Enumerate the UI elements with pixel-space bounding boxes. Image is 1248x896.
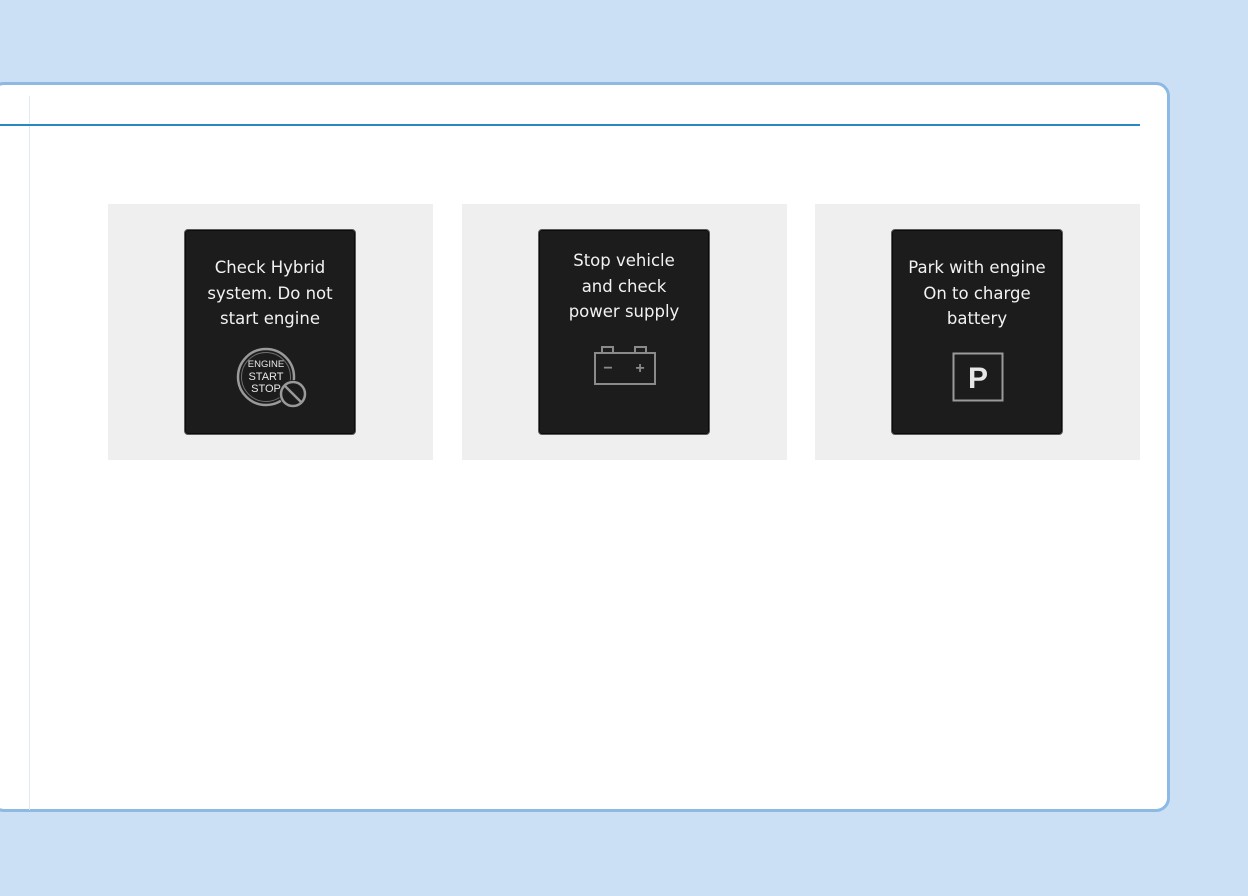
icon-text-stop: STOP (251, 383, 281, 395)
park-icon: P (952, 352, 1004, 402)
margin-rule (29, 96, 30, 810)
warning-message: Park with engine On to charge battery (908, 258, 1046, 328)
icon-text-engine: ENGINE (248, 359, 284, 370)
warning-panel-charge-battery: Park with engine On to charge battery P (815, 204, 1140, 460)
engine-start-stop-prohibited-icon: ENGINE START STOP (236, 346, 312, 412)
warning-message: Check Hybrid system. Do not start engine (207, 258, 333, 328)
warning-message: Stop vehicle and check power supply (568, 251, 680, 321)
battery-plus-symbol: + (635, 360, 644, 377)
warning-panel-power-supply: Stop vehicle and check power supply − + (462, 204, 787, 460)
battery-icon: − + (593, 344, 657, 388)
warning-panel-hybrid-system: Check Hybrid system. Do not start engine… (108, 204, 433, 460)
cluster-display-screen: Park with engine On to charge battery P (891, 229, 1063, 435)
header-rule (0, 124, 1140, 126)
park-letter: P (968, 362, 988, 395)
cluster-display-screen: Check Hybrid system. Do not start engine… (184, 229, 356, 435)
cluster-display-screen: Stop vehicle and check power supply − + (538, 229, 710, 435)
icon-text-start: START (248, 371, 283, 383)
battery-minus-symbol: − (603, 360, 612, 377)
